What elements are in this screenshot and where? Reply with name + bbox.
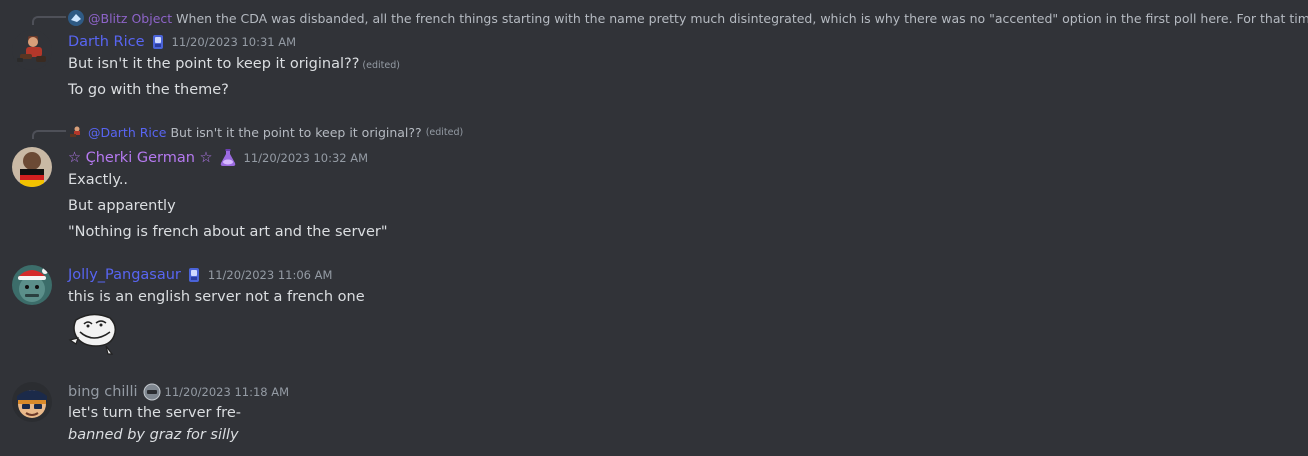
reply-connector [32,130,66,139]
reply-username[interactable]: @Darth Rice [88,125,166,140]
reply-preview[interactable]: @Blitz Object When the CDA was disbanded… [68,9,1308,27]
message-text: this is an english server not a french o… [68,289,365,305]
reply-preview[interactable]: @Darth Rice But isn't it the point to ke… [68,123,463,141]
timestamp[interactable]: 11/20/2023 10:31 AM [172,35,297,49]
message-text: banned by graz for silly [68,427,239,443]
message-header: Darth Rice 11/20/2023 10:31 AM [68,31,296,53]
message-content: To go with the theme? [68,80,229,100]
grey-helmet-icon [143,383,161,401]
message-content: But apparently [68,196,176,216]
message-content: But isn't it the point to keep it origin… [68,54,400,76]
username[interactable]: bing chilli [68,384,138,400]
reply-username[interactable]: @Blitz Object [88,11,172,26]
username[interactable]: Jolly_Pangasaur [68,267,181,283]
blue-flask-icon [186,267,202,283]
message-text: Exactly.. [68,172,129,188]
reply-connector [32,16,66,25]
blue-flask-icon [150,34,166,50]
message-content: let's turn the server fre- [68,403,241,423]
purple-potion-icon [218,149,238,167]
message-text: But apparently [68,198,176,214]
edited-label: (edited) [425,126,464,138]
message-text: To go with the theme? [68,82,229,98]
avatar[interactable] [12,382,52,422]
message-content: banned by graz for silly [68,425,239,445]
avatar[interactable] [12,147,52,187]
reply-avatar [68,124,84,140]
trollface-sticker[interactable] [66,310,118,356]
message-header: ☆ Çherki German ☆ 11/20/2023 10:32 AM [68,147,368,169]
message-text: "Nothing is french about art and the ser… [68,224,388,240]
username[interactable]: Darth Rice [68,34,145,50]
timestamp[interactable]: 11/20/2023 11:06 AM [208,268,333,282]
message-header: Jolly_Pangasaur 11/20/2023 11:06 AM [68,264,332,286]
message-text: But isn't it the point to keep it origin… [68,56,360,72]
reply-text: But isn't it the point to keep it origin… [170,124,422,140]
reply-text: When the CDA was disbanded, all the fren… [176,10,1308,26]
message-content: this is an english server not a french o… [68,287,365,307]
timestamp[interactable]: 11/20/2023 10:32 AM [244,151,369,165]
username[interactable]: ☆ Çherki German ☆ [68,150,213,166]
edited-label: (edited) [362,60,400,71]
message-header: bing chilli 11/20/2023 11:18 AM [68,381,289,403]
timestamp[interactable]: 11/20/2023 11:18 AM [165,385,290,399]
avatar[interactable] [12,30,52,70]
message-content: Exactly.. [68,170,128,190]
avatar[interactable] [12,265,52,305]
reply-avatar [68,10,84,26]
chat-message-list: @Blitz Object When the CDA was disbanded… [0,0,1308,456]
message-text: let's turn the server fre- [68,405,241,421]
message-content: "Nothing is french about art and the ser… [68,222,388,242]
